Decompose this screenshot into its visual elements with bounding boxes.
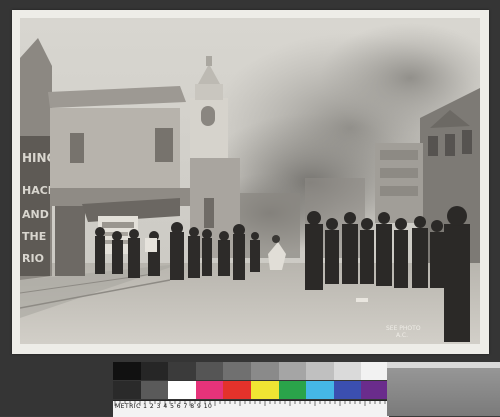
color-calibration-bar — [113, 362, 389, 400]
gray-swatch-7 — [278, 362, 307, 380]
gray-swatch-6 — [250, 362, 279, 380]
grayscale-swatch-row — [113, 362, 389, 380]
color-swatch-1 — [113, 381, 141, 399]
color-swatch-3 — [168, 381, 196, 399]
metric-ruler: METRIC 1 2 3 4 5 6 7 8 9 10 — [113, 400, 389, 417]
svg-text:AND: AND — [22, 208, 49, 221]
historic-photograph: HING HACKEL AND THE RIO SEE PHOTO A.C. — [20, 18, 480, 344]
photo-scene: HING HACKEL AND THE RIO SEE PHOTO A.C. — [20, 18, 480, 344]
svg-text:A.C.: A.C. — [396, 332, 408, 339]
gray-swatch-2 — [140, 362, 169, 380]
svg-text:THE: THE — [22, 230, 46, 243]
color-swatch-5 — [223, 381, 251, 399]
color-swatch-9 — [333, 381, 362, 399]
color-swatch-4 — [195, 381, 224, 399]
gray-swatch-4 — [195, 362, 224, 380]
reference-card — [387, 362, 500, 416]
color-swatch-8 — [306, 381, 334, 399]
gray-swatch-10 — [361, 362, 389, 380]
color-swatch-row — [113, 381, 389, 399]
photo-mark: SEE PHOTO — [386, 325, 421, 332]
color-swatch-2 — [140, 381, 169, 399]
gray-swatch-5 — [223, 362, 251, 380]
color-swatch-10 — [361, 381, 389, 399]
gray-swatch-3 — [168, 362, 196, 380]
gray-swatch-1 — [113, 362, 141, 380]
gray-swatch-8 — [306, 362, 334, 380]
ruler-label: METRIC 1 2 3 4 5 6 7 8 9 10 — [115, 403, 213, 410]
gray-swatch-9 — [333, 362, 362, 380]
reference-card-strip — [387, 362, 500, 368]
color-swatch-7 — [278, 381, 307, 399]
svg-text:RIO: RIO — [22, 252, 44, 265]
color-swatch-6 — [250, 381, 279, 399]
